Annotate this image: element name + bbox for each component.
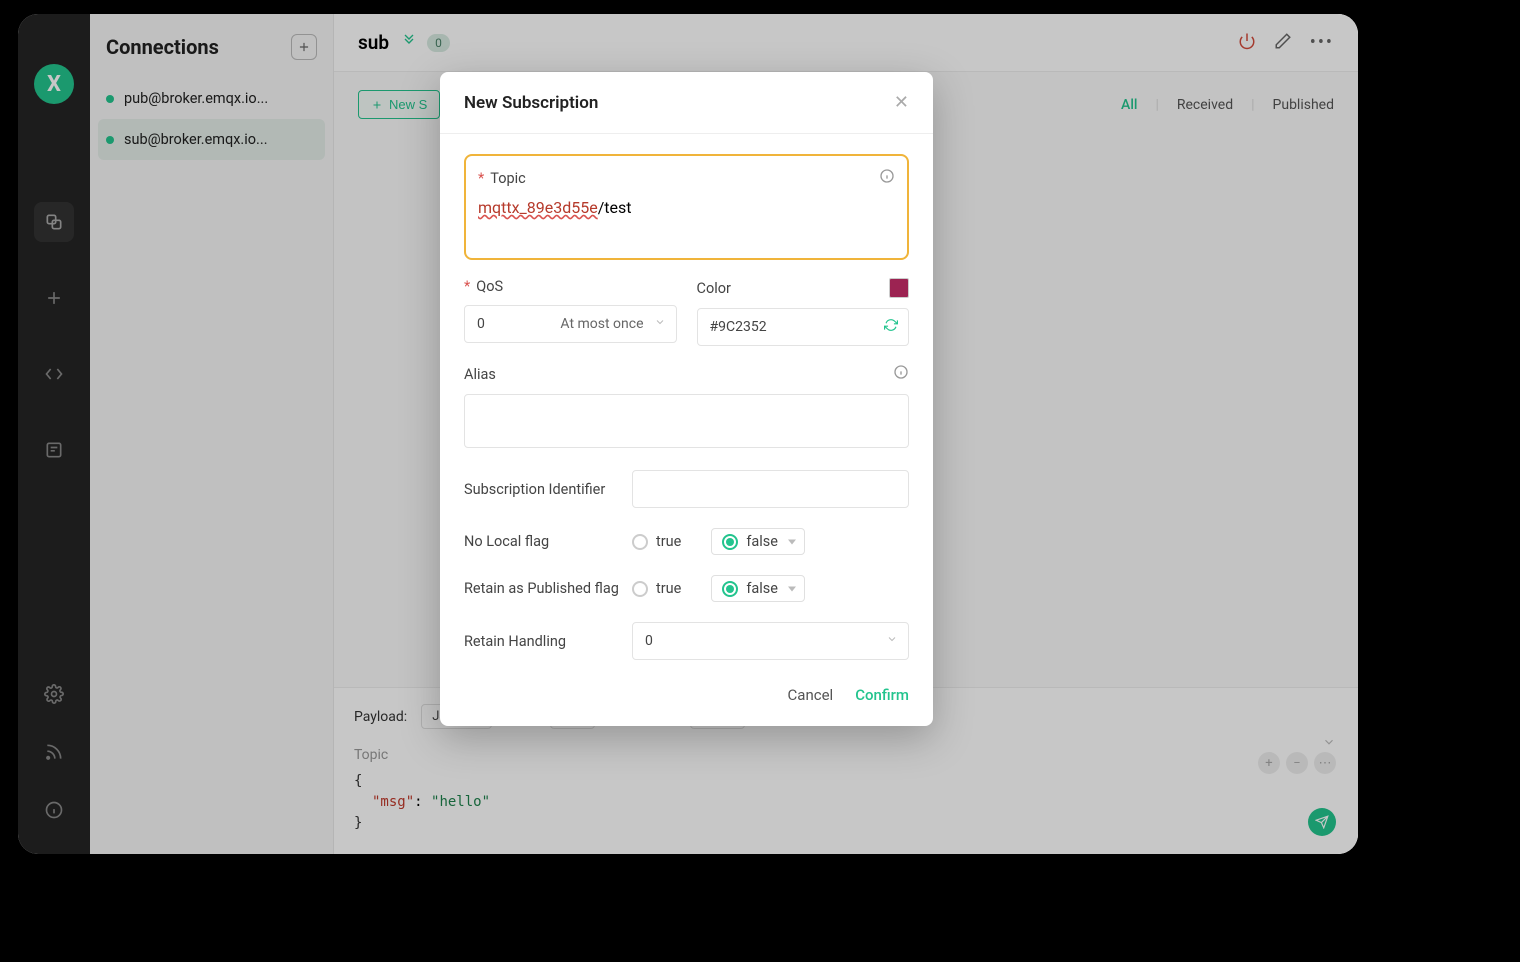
chevron-down-icon bbox=[654, 316, 666, 332]
rail-info-icon[interactable] bbox=[34, 790, 74, 830]
rail-connections-icon[interactable] bbox=[34, 202, 74, 242]
alias-input[interactable] bbox=[464, 394, 909, 448]
required-marker: * bbox=[478, 170, 484, 187]
payload-label: Payload: bbox=[354, 709, 407, 725]
disconnect-button[interactable] bbox=[1238, 32, 1256, 54]
close-icon[interactable]: ✕ bbox=[894, 92, 909, 113]
editor-btn-2[interactable]: − bbox=[1286, 752, 1308, 774]
app-logo: X bbox=[34, 64, 74, 104]
editor-btn-1[interactable]: + bbox=[1258, 752, 1280, 774]
retain-pub-true[interactable]: true bbox=[632, 580, 681, 597]
info-icon[interactable] bbox=[879, 168, 895, 188]
new-subscription-modal: New Subscription ✕ * Topic mqttx_89e3d55… bbox=[440, 72, 933, 726]
rail-new-icon[interactable] bbox=[34, 278, 74, 318]
connection-label: pub@broker.emqx.io... bbox=[124, 90, 268, 107]
refresh-icon[interactable] bbox=[884, 318, 898, 336]
qos-label: QoS bbox=[476, 278, 503, 295]
retain-handling-label: Retain Handling bbox=[464, 633, 632, 650]
rail-scripts-icon[interactable] bbox=[34, 354, 74, 394]
connection-label: sub@broker.emqx.io... bbox=[124, 131, 268, 148]
editor-btn-3[interactable]: ⋯ bbox=[1314, 752, 1336, 774]
color-label: Color bbox=[697, 280, 731, 297]
nav-rail: X bbox=[18, 14, 90, 854]
color-swatch[interactable] bbox=[889, 278, 909, 298]
retain-pub-false[interactable]: false bbox=[711, 575, 805, 602]
topic-field-group: * Topic mqttx_89e3d55e/test bbox=[464, 154, 909, 260]
collapse-icon[interactable] bbox=[401, 33, 417, 53]
modal-title: New Subscription bbox=[464, 93, 598, 113]
confirm-button[interactable]: Confirm bbox=[855, 686, 909, 704]
payload-editor[interactable]: { "msg": "hello" } bbox=[354, 771, 1338, 834]
no-local-label: No Local flag bbox=[464, 533, 632, 550]
connection-item-sub[interactable]: sub@broker.emqx.io... bbox=[98, 119, 325, 160]
sub-id-input[interactable] bbox=[632, 470, 909, 508]
retain-pub-label: Retain as Published flag bbox=[464, 580, 632, 597]
info-icon[interactable] bbox=[893, 364, 909, 384]
rail-logs-icon[interactable] bbox=[34, 430, 74, 470]
editor-mini-buttons: + − ⋯ bbox=[1258, 752, 1336, 774]
alias-label: Alias bbox=[464, 366, 496, 383]
message-filters: All | Received | Published bbox=[1121, 97, 1334, 113]
filter-published[interactable]: Published bbox=[1273, 97, 1334, 113]
chevron-down-icon bbox=[886, 633, 898, 649]
new-subscription-button[interactable]: New S bbox=[358, 90, 440, 119]
edit-button[interactable] bbox=[1274, 32, 1292, 54]
topic-label: Topic bbox=[490, 170, 525, 187]
cancel-button[interactable]: Cancel bbox=[788, 686, 834, 704]
add-connection-button[interactable] bbox=[291, 34, 317, 60]
send-button[interactable] bbox=[1308, 808, 1336, 836]
topic-input[interactable]: mqttx_89e3d55e/test bbox=[478, 198, 895, 244]
sub-id-label: Subscription Identifier bbox=[464, 481, 632, 498]
status-dot-icon bbox=[106, 136, 114, 144]
topic-input-label[interactable]: Topic bbox=[354, 747, 1338, 763]
new-subscription-label: New S bbox=[389, 97, 427, 112]
rail-feed-icon[interactable] bbox=[34, 732, 74, 772]
status-dot-icon bbox=[106, 95, 114, 103]
filter-received[interactable]: Received bbox=[1177, 97, 1233, 113]
connections-panel: Connections pub@broker.emqx.io... sub@br… bbox=[90, 14, 334, 854]
retain-handling-select[interactable]: 0 bbox=[632, 622, 909, 660]
color-input[interactable]: #9C2352 bbox=[697, 308, 910, 346]
connection-item-pub[interactable]: pub@broker.emqx.io... bbox=[90, 78, 333, 119]
no-local-false[interactable]: false bbox=[711, 528, 805, 555]
no-local-true[interactable]: true bbox=[632, 533, 681, 550]
more-menu-button[interactable]: ••• bbox=[1310, 32, 1334, 53]
collapse-payload-icon[interactable] bbox=[1322, 734, 1336, 753]
main-header: sub 0 ••• bbox=[334, 14, 1358, 72]
message-count-badge: 0 bbox=[427, 34, 450, 52]
filter-all[interactable]: All bbox=[1121, 97, 1137, 113]
connection-title: sub bbox=[358, 31, 389, 54]
connections-title: Connections bbox=[106, 35, 219, 59]
rail-settings-icon[interactable] bbox=[34, 674, 74, 714]
qos-select[interactable]: 0 At most once bbox=[464, 305, 677, 343]
